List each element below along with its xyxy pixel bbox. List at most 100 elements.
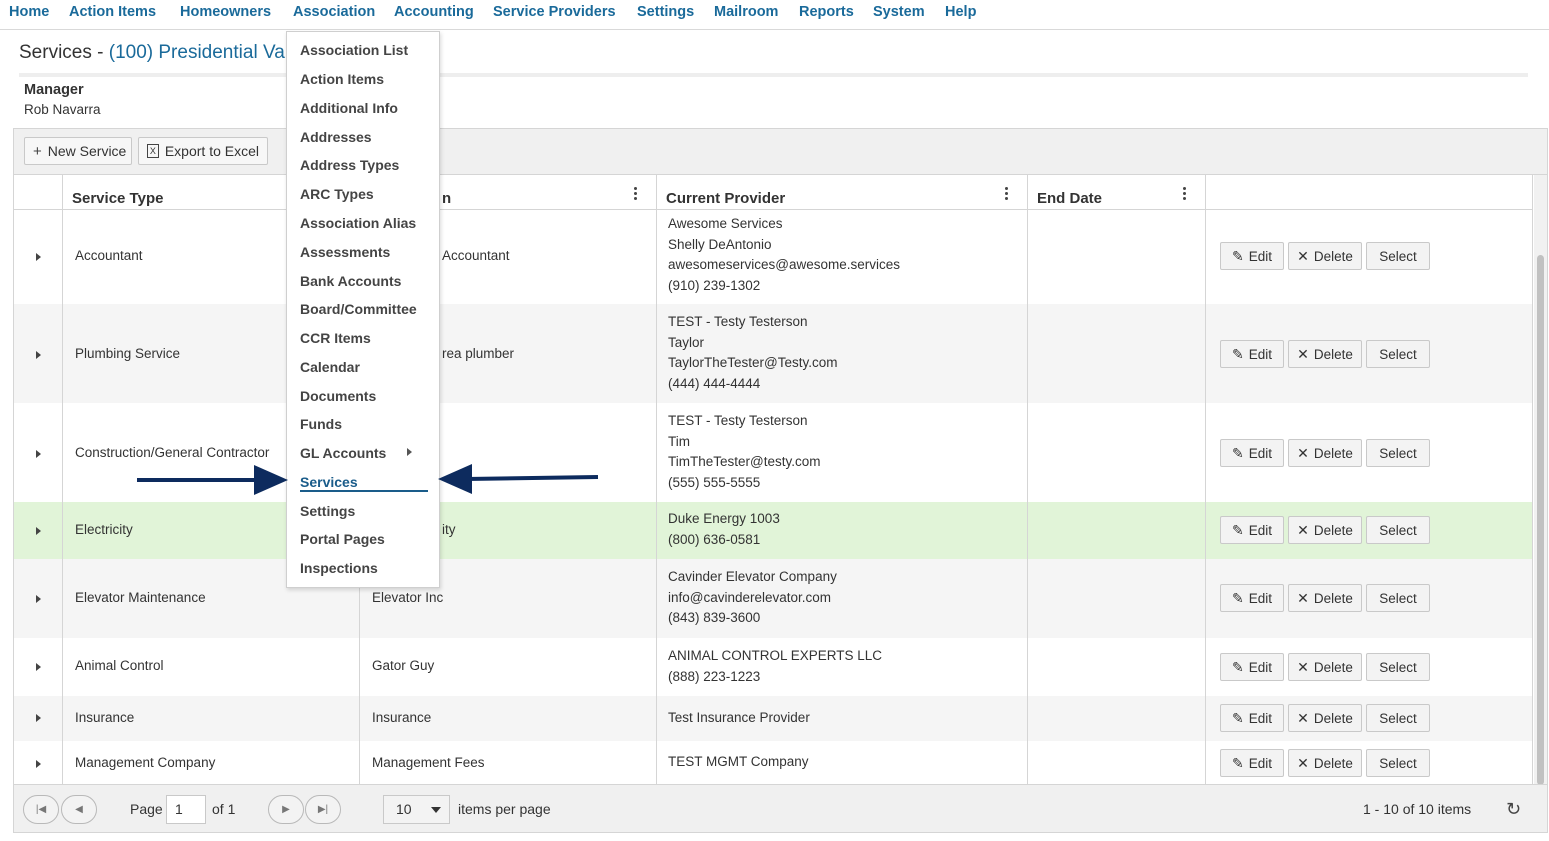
menu-item-calendar[interactable]: Calendar bbox=[300, 359, 360, 375]
scrollbar-thumb[interactable] bbox=[1537, 255, 1544, 785]
delete-button[interactable]: ✕ Delete bbox=[1288, 516, 1362, 544]
select-button[interactable]: Select bbox=[1366, 704, 1430, 732]
row-expand-cell[interactable] bbox=[14, 696, 63, 741]
vertical-scrollbar[interactable] bbox=[1534, 175, 1547, 785]
menu-item-services[interactable]: Services bbox=[300, 474, 358, 490]
row-expand-cell[interactable] bbox=[14, 502, 63, 559]
row-expand-cell[interactable] bbox=[14, 559, 63, 638]
select-label: Select bbox=[1379, 710, 1417, 726]
end-date-cell bbox=[1028, 502, 1206, 559]
menu-item-action-items[interactable]: Action Items bbox=[300, 71, 384, 87]
menu-item-gl-accounts[interactable]: GL Accounts bbox=[300, 445, 386, 461]
description-column-menu-icon[interactable] bbox=[632, 187, 638, 202]
expand-caret-icon[interactable] bbox=[36, 527, 41, 535]
edit-button[interactable]: ✎ Edit bbox=[1220, 704, 1284, 732]
delete-button[interactable]: ✕ Delete bbox=[1288, 584, 1362, 612]
menu-item-inspections[interactable]: Inspections bbox=[300, 560, 378, 576]
row-expand-cell[interactable] bbox=[14, 638, 63, 696]
nav-reports[interactable]: Reports bbox=[799, 4, 854, 20]
table-row: Animal Control Gator Guy ANIMAL CONTROL … bbox=[14, 638, 1533, 696]
select-button[interactable]: Select bbox=[1366, 749, 1430, 777]
close-icon: ✕ bbox=[1297, 345, 1309, 362]
delete-button[interactable]: ✕ Delete bbox=[1288, 340, 1362, 368]
page-label: Page bbox=[130, 801, 163, 817]
expand-caret-icon[interactable] bbox=[36, 760, 41, 768]
nav-settings[interactable]: Settings bbox=[637, 4, 694, 20]
delete-button[interactable]: ✕ Delete bbox=[1288, 653, 1362, 681]
edit-button[interactable]: ✎ Edit bbox=[1220, 439, 1284, 467]
new-service-label: New Service bbox=[47, 143, 127, 159]
menu-item-documents[interactable]: Documents bbox=[300, 388, 376, 404]
delete-button[interactable]: ✕ Delete bbox=[1288, 704, 1362, 732]
nav-action-items[interactable]: Action Items bbox=[69, 4, 156, 20]
select-button[interactable]: Select bbox=[1366, 653, 1430, 681]
page-number-input[interactable]: 1 bbox=[166, 795, 206, 824]
nav-system[interactable]: System bbox=[873, 4, 925, 20]
select-button[interactable]: Select bbox=[1366, 584, 1430, 612]
nav-help[interactable]: Help bbox=[945, 4, 976, 20]
service-type-cell: Animal Control bbox=[63, 638, 360, 696]
menu-item-portal-pages[interactable]: Portal Pages bbox=[300, 531, 385, 547]
prev-page-button[interactable]: ◀ bbox=[61, 795, 97, 824]
manager-panel: Manager Rob Navarra bbox=[19, 79, 1529, 125]
expand-caret-icon[interactable] bbox=[36, 663, 41, 671]
menu-item-assessments[interactable]: Assessments bbox=[300, 244, 390, 260]
expand-caret-icon[interactable] bbox=[36, 351, 41, 359]
nav-home[interactable]: Home bbox=[9, 4, 49, 20]
expand-caret-icon[interactable] bbox=[36, 253, 41, 261]
nav-mailroom[interactable]: Mailroom bbox=[714, 4, 778, 20]
menu-item-bank-accounts[interactable]: Bank Accounts bbox=[300, 273, 401, 289]
nav-accounting[interactable]: Accounting bbox=[394, 4, 474, 20]
menu-item-additional-info[interactable]: Additional Info bbox=[300, 100, 398, 116]
expand-caret-icon[interactable] bbox=[36, 714, 41, 722]
refresh-icon[interactable]: ↻ bbox=[1506, 799, 1521, 820]
table-row: Elevator Maintenance Elevator Inc Cavind… bbox=[14, 559, 1533, 638]
row-expand-cell[interactable] bbox=[14, 741, 63, 784]
header-end-date[interactable]: End Date bbox=[1028, 175, 1206, 210]
header-current-provider[interactable]: Current Provider bbox=[657, 175, 1028, 210]
provider-contact: Shelly DeAntonio bbox=[668, 236, 772, 252]
provider-column-menu-icon[interactable] bbox=[1003, 187, 1009, 202]
edit-button[interactable]: ✎ Edit bbox=[1220, 242, 1284, 270]
next-page-button[interactable]: ▶ bbox=[268, 795, 304, 824]
nav-service-providers[interactable]: Service Providers bbox=[493, 4, 616, 20]
select-button[interactable]: Select bbox=[1366, 439, 1430, 467]
first-page-button[interactable]: |◀ bbox=[23, 795, 59, 824]
delete-button[interactable]: ✕ Delete bbox=[1288, 439, 1362, 467]
edit-button[interactable]: ✎ Edit bbox=[1220, 340, 1284, 368]
end-date-cell bbox=[1028, 210, 1206, 304]
select-button[interactable]: Select bbox=[1366, 340, 1430, 368]
menu-item-funds[interactable]: Funds bbox=[300, 416, 342, 432]
menu-item-board-committee[interactable]: Board/Committee bbox=[300, 301, 417, 317]
association-link[interactable]: (100) Presidential Valle bbox=[109, 42, 304, 63]
edit-button[interactable]: ✎ Edit bbox=[1220, 749, 1284, 777]
menu-item-address-types[interactable]: Address Types bbox=[300, 157, 399, 173]
end-date-column-menu-icon[interactable] bbox=[1181, 187, 1187, 202]
expand-caret-icon[interactable] bbox=[36, 450, 41, 458]
expand-caret-icon[interactable] bbox=[36, 595, 41, 603]
actions-cell: ✎ Edit ✕ Delete Select bbox=[1206, 304, 1533, 403]
edit-button[interactable]: ✎ Edit bbox=[1220, 584, 1284, 612]
row-expand-cell[interactable] bbox=[14, 304, 63, 403]
export-excel-button[interactable]: X Export to Excel bbox=[138, 137, 268, 165]
delete-button[interactable]: ✕ Delete bbox=[1288, 242, 1362, 270]
delete-button[interactable]: ✕ Delete bbox=[1288, 749, 1362, 777]
edit-button[interactable]: ✎ Edit bbox=[1220, 653, 1284, 681]
menu-item-addresses[interactable]: Addresses bbox=[300, 129, 372, 145]
menu-item-ccr-items[interactable]: CCR Items bbox=[300, 330, 371, 346]
page-size-select[interactable]: 10 bbox=[383, 795, 450, 824]
association-dropdown-menu: Association List Action Items Additional… bbox=[286, 31, 440, 588]
select-button[interactable]: Select bbox=[1366, 242, 1430, 270]
row-expand-cell[interactable] bbox=[14, 403, 63, 502]
menu-item-settings[interactable]: Settings bbox=[300, 503, 355, 519]
nav-homeowners[interactable]: Homeowners bbox=[180, 4, 271, 20]
nav-association[interactable]: Association bbox=[293, 4, 375, 20]
menu-item-arc-types[interactable]: ARC Types bbox=[300, 186, 374, 202]
row-expand-cell[interactable] bbox=[14, 210, 63, 304]
menu-item-association-alias[interactable]: Association Alias bbox=[300, 215, 416, 231]
last-page-button[interactable]: ▶| bbox=[305, 795, 341, 824]
edit-button[interactable]: ✎ Edit bbox=[1220, 516, 1284, 544]
menu-item-association-list[interactable]: Association List bbox=[300, 42, 408, 58]
select-button[interactable]: Select bbox=[1366, 516, 1430, 544]
new-service-button[interactable]: + New Service bbox=[24, 137, 132, 165]
